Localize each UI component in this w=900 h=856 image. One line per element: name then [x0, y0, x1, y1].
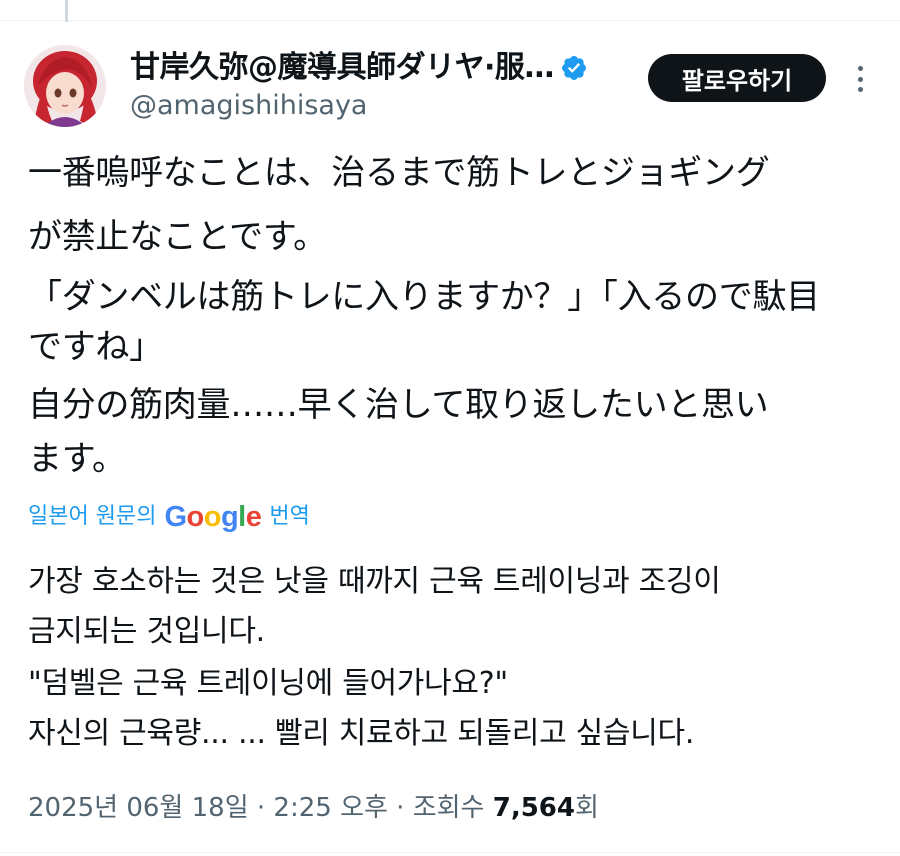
divider-top: [0, 20, 900, 21]
more-dot: [857, 66, 863, 71]
divider-bottom: [0, 852, 900, 853]
translated-text-line: 금지되는 것입니다.: [28, 614, 265, 649]
translation-attribution[interactable]: 일본어 원문의 Google 번역: [28, 500, 310, 534]
display-name[interactable]: 甘岸久弥@魔導具師ダリヤ·服…: [130, 48, 554, 88]
avatar-illustration: [24, 45, 106, 127]
translation-suffix: 번역: [269, 504, 310, 529]
thread-connector-line: [65, 0, 68, 22]
original-text-line: 一番嗚呼なことは、治るまで筋トレとジョギング: [28, 153, 770, 193]
translated-text-line: 가장 호소하는 것은 낫을 때까지 근육 트레이닝과 조깅이: [28, 564, 721, 599]
view-count: 7,564: [492, 793, 575, 823]
original-text-line: が禁止なことです。: [28, 217, 327, 257]
translated-text-line: "덤벨은 근육 트레이닝에 들어가나요?": [28, 666, 508, 701]
more-dot: [857, 76, 863, 82]
tweet-meta: 2025년 06월 18일 · 2:25 오후 · 조회수 7,564회: [28, 788, 599, 828]
translation-prefix: 일본어 원문의: [28, 504, 157, 529]
avatar[interactable]: [24, 45, 106, 127]
original-text-line: 自分の筋肉量……早く治して取り返したいと思い: [28, 385, 769, 425]
follow-button[interactable]: 팔로우하기: [648, 54, 826, 102]
tweet-datetime[interactable]: 2025년 06월 18일 · 2:25 오후 · 조회수: [28, 793, 493, 823]
author-name-row: 甘岸久弥@魔導具師ダリヤ·服…: [130, 48, 588, 88]
view-count-suffix: 회: [574, 793, 599, 823]
original-text-line: 「ダンベルは筋トレに入りますか？」「入るので駄目: [28, 277, 820, 317]
author-handle[interactable]: @amagishihisaya: [130, 88, 367, 124]
more-dot: [857, 87, 863, 92]
original-text-line: ます。: [28, 439, 126, 479]
original-text-line: ですね」: [28, 327, 163, 367]
more-options-icon[interactable]: [850, 60, 870, 98]
translated-text-line: 자신의 근육량... ... 빨리 치료하고 되돌리고 싶습니다.: [28, 716, 695, 751]
google-logo: Google: [164, 501, 262, 533]
verified-badge-icon: [561, 56, 586, 80]
